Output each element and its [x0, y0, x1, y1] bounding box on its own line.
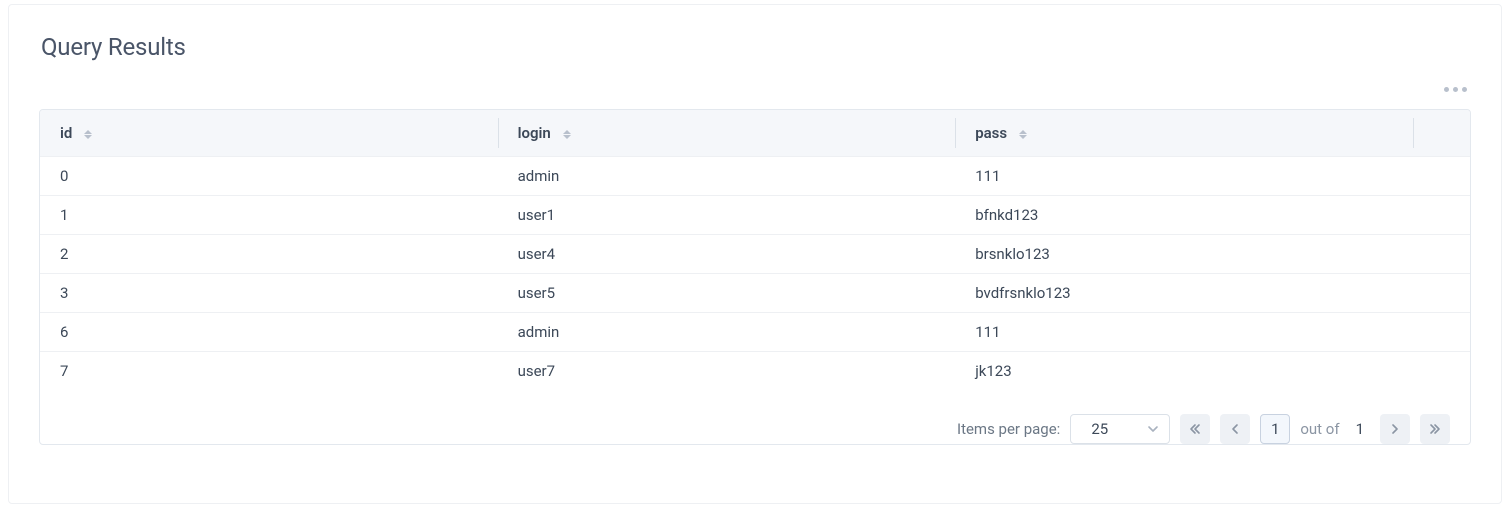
chevrons-left-icon — [1188, 422, 1202, 436]
pagination: Items per page: 25 1 out of 1 — [40, 390, 1470, 444]
column-header-label: pass — [975, 124, 1007, 142]
results-table: id login pass 0 adm — [40, 110, 1470, 390]
cell-id: 3 — [40, 274, 498, 313]
cell-pass: bvdfrsnklo123 — [955, 274, 1413, 313]
cell-end — [1413, 352, 1470, 391]
column-header-label: id — [60, 124, 72, 142]
dot-icon — [1444, 87, 1449, 92]
items-per-page-label: Items per page: — [957, 420, 1060, 438]
cell-end — [1413, 157, 1470, 196]
cell-pass: jk123 — [955, 352, 1413, 391]
cell-login: admin — [498, 157, 956, 196]
table-row: 7 user7 jk123 — [40, 352, 1470, 391]
next-page-button[interactable] — [1380, 414, 1410, 444]
table-row: 1 user1 bfnkd123 — [40, 196, 1470, 235]
cell-login: admin — [498, 313, 956, 352]
column-header-pass[interactable]: pass — [955, 110, 1413, 157]
cell-login: user5 — [498, 274, 956, 313]
cell-end — [1413, 196, 1470, 235]
table-body: 0 admin 111 1 user1 bfnkd123 2 user4 brs… — [40, 157, 1470, 391]
sort-icon — [84, 130, 92, 139]
cell-end — [1413, 235, 1470, 274]
cell-pass: 111 — [955, 157, 1413, 196]
cell-id: 1 — [40, 196, 498, 235]
chevron-left-icon — [1228, 422, 1242, 436]
table-row: 3 user5 bvdfrsnklo123 — [40, 274, 1470, 313]
cell-end — [1413, 274, 1470, 313]
out-of-label: out of — [1300, 420, 1339, 438]
current-page-value: 1 — [1271, 420, 1279, 438]
cell-id: 7 — [40, 352, 498, 391]
column-header-label: login — [518, 124, 551, 142]
table-row: 0 admin 111 — [40, 157, 1470, 196]
last-page-button[interactable] — [1420, 414, 1450, 444]
cell-pass: brsnklo123 — [955, 235, 1413, 274]
table-row: 6 admin 111 — [40, 313, 1470, 352]
cell-login: user1 — [498, 196, 956, 235]
cell-id: 6 — [40, 313, 498, 352]
more-menu-button[interactable] — [1444, 87, 1467, 92]
cell-id: 0 — [40, 157, 498, 196]
query-results-card: Query Results id login pass — [8, 4, 1502, 504]
prev-page-button[interactable] — [1220, 414, 1250, 444]
cell-login: user4 — [498, 235, 956, 274]
sort-icon — [563, 130, 571, 139]
results-table-wrap: id login pass 0 adm — [39, 109, 1471, 445]
total-pages: 1 — [1350, 420, 1370, 438]
chevrons-right-icon — [1428, 422, 1442, 436]
first-page-button[interactable] — [1180, 414, 1210, 444]
current-page-input[interactable]: 1 — [1260, 414, 1290, 444]
cell-login: user7 — [498, 352, 956, 391]
items-per-page-value: 25 — [1091, 420, 1108, 438]
cell-end — [1413, 313, 1470, 352]
items-per-page-select[interactable]: 25 — [1070, 414, 1170, 444]
column-header-login[interactable]: login — [498, 110, 956, 157]
page-title: Query Results — [9, 5, 1501, 61]
chevron-down-icon — [1147, 423, 1159, 435]
cell-pass: bfnkd123 — [955, 196, 1413, 235]
dot-icon — [1453, 87, 1458, 92]
chevron-right-icon — [1388, 422, 1402, 436]
cell-id: 2 — [40, 235, 498, 274]
dot-icon — [1462, 87, 1467, 92]
table-header-row: id login pass — [40, 110, 1470, 157]
column-header-id[interactable]: id — [40, 110, 498, 157]
column-header-end — [1413, 110, 1470, 157]
sort-icon — [1019, 130, 1027, 139]
table-row: 2 user4 brsnklo123 — [40, 235, 1470, 274]
cell-pass: 111 — [955, 313, 1413, 352]
